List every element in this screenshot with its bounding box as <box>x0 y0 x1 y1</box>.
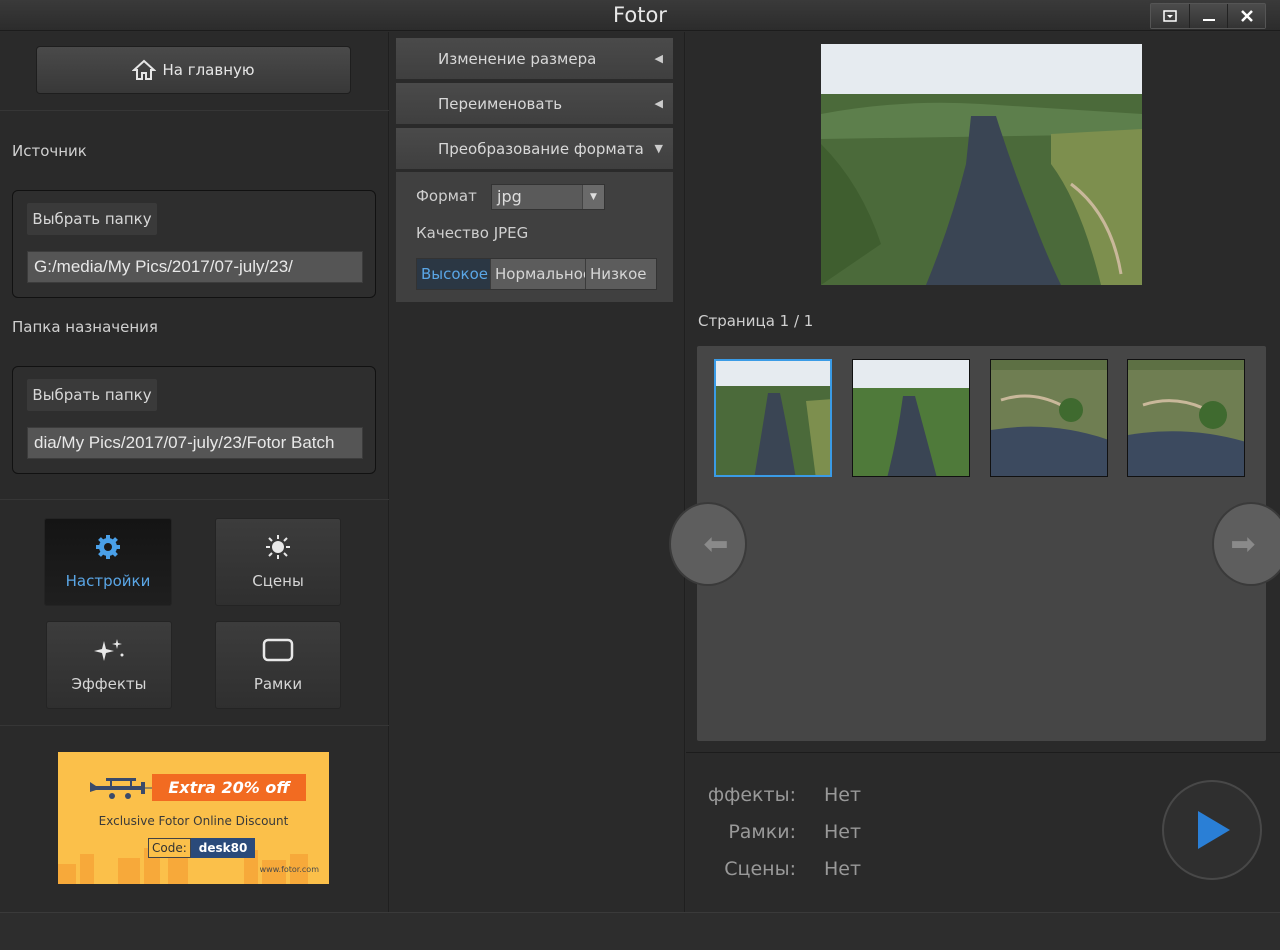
sparkle-icon <box>92 637 126 663</box>
effects-summary-row: ффекты: <box>686 784 796 808</box>
format-section-header[interactable]: Преобразование формата ▼ <box>396 128 673 170</box>
choose-destination-folder-button[interactable]: Выбрать папку <box>27 379 157 411</box>
home-button-label: На главную <box>162 61 255 79</box>
home-button[interactable]: На главную <box>36 46 351 94</box>
preview-image <box>821 44 1142 285</box>
close-button[interactable] <box>1227 4 1265 28</box>
frames-summary-key: Рамки: <box>728 821 796 843</box>
biplane-graphic <box>90 778 156 799</box>
next-page-button[interactable]: ➡ <box>1212 502 1280 586</box>
destination-path-text: dia/My Pics/2017/07-july/23/Fotor Batch <box>34 433 335 452</box>
collapse-arrow-icon: ◀ <box>654 97 663 110</box>
source-label: Источник <box>12 142 87 160</box>
sun-icon <box>264 534 292 560</box>
rename-section-header[interactable]: Переименовать ◀ <box>396 83 673 125</box>
promo-banner[interactable]: Extra 20% off Exclusive Fotor Online Dis… <box>58 752 329 884</box>
frames-summary-row: Рамки: <box>686 821 796 845</box>
quality-high-option[interactable]: Высокое <box>417 259 490 289</box>
destination-label: Папка назначения <box>12 318 158 336</box>
scenes-summary-row: Сцены: <box>686 858 796 882</box>
arrow-right-icon: ➡ <box>1230 526 1256 562</box>
scenes-tool-label: Сцены <box>252 572 304 590</box>
minimize-icon <box>1202 19 1215 21</box>
thumbnail-item[interactable] <box>714 359 832 477</box>
format-select[interactable]: jpg ▼ <box>491 184 605 210</box>
rename-section-label: Переименовать <box>438 95 563 113</box>
choose-source-folder-button[interactable]: Выбрать папку <box>27 203 157 235</box>
play-icon <box>1198 811 1230 849</box>
divider <box>0 110 389 111</box>
expand-arrow-icon: ▼ <box>654 142 663 155</box>
frames-tool-button[interactable]: Рамки <box>215 621 341 709</box>
divider <box>0 725 389 726</box>
effects-tool-label: Эффекты <box>71 675 147 693</box>
quality-low-option[interactable]: Низкое <box>585 259 656 289</box>
thumbnail-item[interactable] <box>1127 359 1245 477</box>
frames-summary-value: Нет <box>824 821 862 843</box>
page-indicator: Страница 1 / 1 <box>698 312 814 330</box>
format-section-body: Формат jpg ▼ Качество JPEG Высокое Норма… <box>396 172 673 302</box>
home-icon <box>132 59 157 80</box>
resize-section-header[interactable]: Изменение размера ◀ <box>396 38 673 80</box>
effects-summary-value: Нет <box>824 784 862 806</box>
thumbnail-strip: ⬅ ➡ <box>669 346 1280 741</box>
format-label: Формат <box>416 187 477 205</box>
status-bar <box>0 912 1280 950</box>
divider <box>0 499 389 500</box>
dropdown-icon <box>1163 10 1177 22</box>
frames-tool-label: Рамки <box>253 675 303 693</box>
minimize-button[interactable] <box>1189 4 1227 28</box>
resize-section-label: Изменение размера <box>438 50 597 68</box>
title-bar: Fotor <box>0 0 1280 31</box>
promo-subtitle: Exclusive Fotor Online Discount <box>98 814 289 828</box>
app-title: Fotor <box>613 3 667 27</box>
previous-page-button[interactable]: ⬅ <box>669 502 747 586</box>
quality-segmented-control: Высокое Нормальное Низкое <box>416 258 657 290</box>
jpeg-quality-label: Качество JPEG <box>416 224 529 242</box>
start-button[interactable] <box>1162 780 1262 880</box>
close-icon <box>1240 10 1253 22</box>
thumbnail-item[interactable] <box>990 359 1108 477</box>
source-folder-box: Выбрать папку G:/media/My Pics/2017/07-j… <box>12 190 376 298</box>
destination-folder-box: Выбрать папку dia/My Pics/2017/07-july/2… <box>12 366 376 474</box>
promo-headline: Extra 20% off <box>152 774 306 801</box>
quality-normal-option[interactable]: Нормальное <box>490 259 592 289</box>
chevron-down-icon: ▼ <box>582 185 604 209</box>
left-panel: На главную Источник Выбрать папку G:/med… <box>0 32 389 912</box>
promo-url: www.fotor.com <box>259 865 319 874</box>
source-path-field[interactable]: G:/media/My Pics/2017/07-july/23/ <box>27 251 363 283</box>
scenes-tool-button[interactable]: Сцены <box>215 518 341 606</box>
promo-code-value: desk80 <box>190 838 256 858</box>
gear-icon <box>94 534 122 560</box>
options-panel: Изменение размера ◀ Переименовать ◀ Прео… <box>390 32 685 912</box>
collapse-arrow-icon: ◀ <box>654 52 663 65</box>
format-section-label: Преобразование формата <box>438 140 644 158</box>
effects-tool-button[interactable]: Эффекты <box>46 621 172 709</box>
menu-dropdown-button[interactable] <box>1151 4 1189 28</box>
arrow-left-icon: ⬅ <box>703 526 729 562</box>
destination-path-field[interactable]: dia/My Pics/2017/07-july/23/Fotor Batch <box>27 427 363 459</box>
frame-icon <box>262 637 294 663</box>
settings-tool-label: Настройки <box>65 572 151 590</box>
preview-panel: Страница 1 / 1 ⬅ ➡ ффекты: Нет Рамки: Не… <box>669 32 1280 912</box>
scenes-summary-key: Сцены: <box>724 858 796 880</box>
promo-code-label: Code: <box>148 838 191 858</box>
scenes-summary-value: Нет <box>824 858 862 880</box>
promo-code: Code: desk80 <box>148 838 256 858</box>
thumbnail-item[interactable] <box>852 359 970 477</box>
window-controls <box>1150 3 1266 29</box>
effects-summary-key: ффекты: <box>707 784 796 806</box>
format-select-value: jpg <box>497 187 522 206</box>
settings-tool-button[interactable]: Настройки <box>44 518 172 606</box>
